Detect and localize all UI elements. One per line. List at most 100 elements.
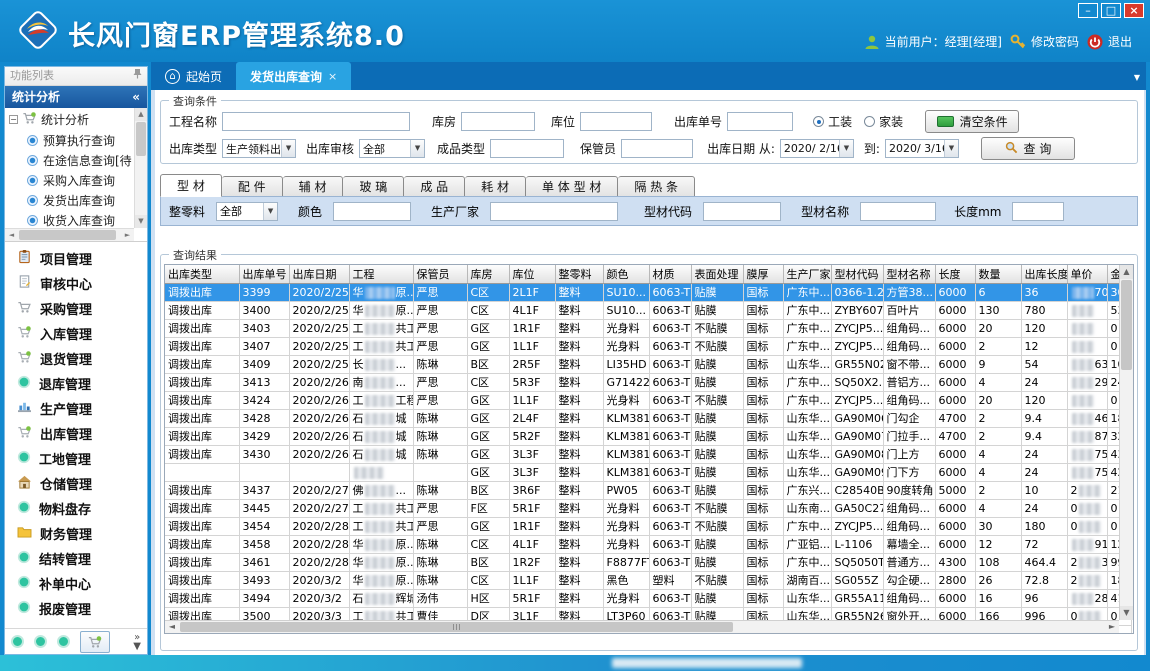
radio-jiazhuang[interactable]: 家装 xyxy=(864,113,903,130)
column-header-10[interactable]: 表面处理 xyxy=(691,265,743,283)
footer-cart-button[interactable] xyxy=(80,631,110,653)
radio-gongzhuang[interactable]: 工装 xyxy=(813,113,852,130)
sidebar-group-9[interactable]: 仓储管理 xyxy=(5,471,147,496)
length-input[interactable] xyxy=(1012,202,1064,221)
sidebar-section-header[interactable]: 统计分析 « xyxy=(5,86,147,108)
combo-arrow-icon[interactable]: ▼ xyxy=(281,140,295,157)
column-header-0[interactable]: 出库类型 xyxy=(165,265,239,283)
tree-root-node[interactable]: − 统计分析 xyxy=(5,108,134,130)
maximize-button[interactable]: □ xyxy=(1101,3,1121,18)
table-row[interactable]: 调拨出库34132020/2/26南...严思C区5R3F整料G71422606… xyxy=(165,373,1131,391)
tree-item-1[interactable]: 在途信息查询[待 xyxy=(5,150,134,170)
tab-home[interactable]: ⌂ 起始页 xyxy=(151,62,236,90)
tree-vertical-scrollbar[interactable]: ▲ ▼ xyxy=(134,108,147,228)
product-type-input[interactable] xyxy=(490,139,564,158)
sidebar-group-8[interactable]: 工地管理 xyxy=(5,446,147,471)
scroll-down-icon[interactable]: ▼ xyxy=(1120,606,1133,620)
table-row[interactable]: 调拨出库33992020/2/25华原...严思C区2L1F整料SU10...6… xyxy=(165,283,1131,301)
audit-combo[interactable]: 全部▼ xyxy=(359,139,425,158)
column-header-13[interactable]: 型材代码 xyxy=(831,265,883,283)
sidebar-group-4[interactable]: 退货管理 xyxy=(5,346,147,371)
column-header-8[interactable]: 颜色 xyxy=(603,265,649,283)
column-header-17[interactable]: 出库长度 xyxy=(1021,265,1067,283)
combo-arrow-icon[interactable]: ▼ xyxy=(839,140,853,157)
color-input[interactable] xyxy=(333,202,411,221)
footer-dot-icon[interactable] xyxy=(57,635,70,648)
table-row[interactable]: 调拨出库34002020/2/25华原...严思C区4L1F整料SU10...6… xyxy=(165,301,1131,319)
project-name-input[interactable] xyxy=(222,112,410,131)
grid-vertical-scrollbar[interactable]: ▲ ▼ xyxy=(1119,265,1133,620)
footer-dot-icon[interactable] xyxy=(34,635,47,648)
profile-code-input[interactable] xyxy=(703,202,781,221)
subtab-6[interactable]: 单 体 型 材 xyxy=(526,176,618,197)
location-input[interactable] xyxy=(580,112,652,131)
footer-overflow-chevron[interactable]: »▼ xyxy=(133,633,141,651)
table-row[interactable]: 调拨出库34612020/2/28华原...陈琳B区1R2F整料F8877FT6… xyxy=(165,553,1131,571)
subtab-3[interactable]: 玻 璃 xyxy=(343,176,404,197)
change-password-button[interactable]: 修改密码 xyxy=(1010,33,1079,50)
subtab-5[interactable]: 耗 材 xyxy=(465,176,526,197)
scroll-right-icon[interactable]: ► xyxy=(121,229,134,241)
table-row[interactable]: 调拨出库34302020/2/26石城陈琳G区3L3F整料KLM38176063… xyxy=(165,445,1131,463)
minimize-button[interactable]: – xyxy=(1078,3,1098,18)
subtab-2[interactable]: 辅 材 xyxy=(283,176,344,197)
sidebar-group-13[interactable]: 补单中心 xyxy=(5,571,147,596)
column-header-11[interactable]: 膜厚 xyxy=(743,265,783,283)
out-type-combo[interactable]: 生产领料出库▼ xyxy=(222,139,296,158)
table-row[interactable]: 调拨出库34072020/2/25工共工程严思G区1L1F整料光身料6063-T… xyxy=(165,337,1131,355)
column-header-2[interactable]: 出库日期 xyxy=(289,265,349,283)
table-row[interactable]: 调拨出库34282020/2/26石城陈琳G区2L4F整料KLM38176063… xyxy=(165,409,1131,427)
sidebar-group-11[interactable]: 财务管理 xyxy=(5,521,147,546)
sidebar-group-2[interactable]: 采购管理 xyxy=(5,296,147,321)
grid-horizontal-scrollbar[interactable]: ◄ ► xyxy=(165,620,1119,633)
tab-overflow-icon[interactable]: ▼ xyxy=(1134,73,1140,82)
scroll-up-icon[interactable]: ▲ xyxy=(135,108,147,121)
table-row[interactable]: 调拨出库34372020/2/27佛...陈琳B区3R6F整料PW056063-… xyxy=(165,481,1131,499)
column-header-4[interactable]: 保管员 xyxy=(413,265,467,283)
date-from-picker[interactable]: 2020/ 2/16▼ xyxy=(780,139,854,158)
column-header-3[interactable]: 工程 xyxy=(349,265,413,283)
column-header-18[interactable]: 单价 xyxy=(1067,265,1107,283)
scroll-up-icon[interactable]: ▲ xyxy=(1120,265,1133,279)
sidebar-group-10[interactable]: 物料盘存 xyxy=(5,496,147,521)
column-header-12[interactable]: 生产厂家 xyxy=(783,265,831,283)
sidebar-group-6[interactable]: 生产管理 xyxy=(5,396,147,421)
column-header-15[interactable]: 长度 xyxy=(935,265,975,283)
subtab-0[interactable]: 型 材 xyxy=(160,174,222,197)
column-header-6[interactable]: 库位 xyxy=(509,265,555,283)
tree-item-3[interactable]: 发货出库查询 xyxy=(5,190,134,210)
scroll-left-icon[interactable]: ◄ xyxy=(165,621,179,633)
subtab-7[interactable]: 隔 热 条 xyxy=(618,176,695,197)
table-row[interactable]: 调拨出库34092020/2/25长...陈琳B区2R5F整料LI35HD606… xyxy=(165,355,1131,373)
column-header-16[interactable]: 数量 xyxy=(975,265,1021,283)
column-header-9[interactable]: 材质 xyxy=(649,265,691,283)
sidebar-group-3[interactable]: 入库管理 xyxy=(5,321,147,346)
tree-expander-icon[interactable]: − xyxy=(9,115,18,124)
subtab-1[interactable]: 配 件 xyxy=(222,176,283,197)
column-header-14[interactable]: 型材名称 xyxy=(883,265,935,283)
table-row[interactable]: 调拨出库34242020/2/26工工程严思G区1L1F整料光身料6063-T5… xyxy=(165,391,1131,409)
search-button[interactable]: 查 询 xyxy=(981,137,1075,160)
combo-arrow-icon[interactable]: ▼ xyxy=(263,203,277,220)
pin-icon[interactable] xyxy=(133,67,142,85)
tab-shipment-query[interactable]: 发货出库查询 × xyxy=(236,62,351,90)
scroll-right-icon[interactable]: ► xyxy=(1105,621,1119,633)
scroll-left-icon[interactable]: ◄ xyxy=(5,229,18,241)
clear-conditions-button[interactable]: 清空条件 xyxy=(925,110,1019,133)
tree-horizontal-scrollbar[interactable]: ◄ ► xyxy=(5,228,134,241)
collapse-icon[interactable]: « xyxy=(132,86,140,108)
table-row[interactable]: 调拨出库34582020/2/28华原...陈琳C区4L1F整料光身料6063-… xyxy=(165,535,1131,553)
table-row[interactable]: 调拨出库34942020/3/2石辉城汤伟H区5R1F整料光身料6063-T5贴… xyxy=(165,589,1131,607)
combo-arrow-icon[interactable]: ▼ xyxy=(410,140,424,157)
keeper-input[interactable] xyxy=(621,139,693,158)
radio-gongzhuang-icon[interactable] xyxy=(813,116,824,127)
table-row[interactable]: 调拨出库34292020/2/26石城陈琳G区5R2F整料KLM38176063… xyxy=(165,427,1131,445)
profile-name-input[interactable] xyxy=(860,202,936,221)
subtab-4[interactable]: 成 品 xyxy=(404,176,465,197)
order-no-input[interactable] xyxy=(727,112,793,131)
tree-item-2[interactable]: 采购入库查询 xyxy=(5,170,134,190)
sidebar-group-7[interactable]: 出库管理 xyxy=(5,421,147,446)
column-header-7[interactable]: 整零料 xyxy=(555,265,603,283)
combo-arrow-icon[interactable]: ▼ xyxy=(944,140,958,157)
whole-part-combo[interactable]: 全部▼ xyxy=(216,202,278,221)
